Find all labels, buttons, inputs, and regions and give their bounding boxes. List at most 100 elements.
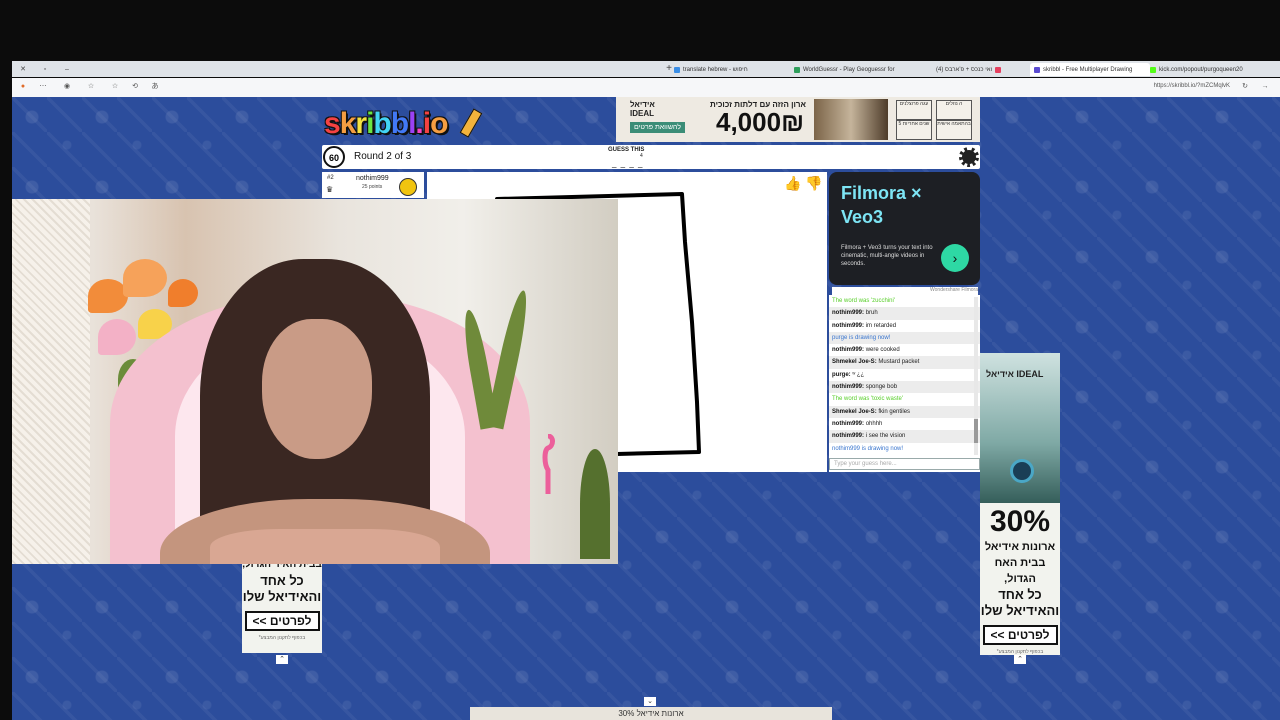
browser-logo-icon[interactable]: ●: [18, 82, 28, 92]
left-side-ad[interactable]: בבית האיר הגדול, כל אחד והאידיאל שלו << …: [242, 557, 322, 653]
minimize-window-icon[interactable]: –: [56, 66, 78, 73]
more-icon[interactable]: ⋯: [38, 82, 48, 92]
bottom-banner-ad[interactable]: ארונות אידיאל 30%: [470, 707, 832, 720]
player-name: nothim999: [356, 175, 389, 182]
ad-line: והאידיאל שלו: [242, 589, 322, 604]
translate-icon[interactable]: あ: [150, 82, 160, 92]
chat-scrollbar-thumb[interactable]: [974, 419, 978, 443]
player-avatar: [396, 172, 420, 198]
chat-text: i see the vision: [865, 433, 906, 440]
pencil-logo-icon: [459, 108, 483, 138]
chevron-down-icon[interactable]: ⌄: [644, 697, 656, 706]
chat-message: Shmekel Joe-S: fkin gentiles: [829, 405, 980, 418]
restore-window-icon[interactable]: ▫: [34, 66, 56, 73]
settings-gear-icon[interactable]: [959, 147, 979, 167]
chat-message: nothim999: sponge bob: [829, 381, 980, 394]
share-icon[interactable]: ⟲: [130, 82, 140, 92]
chevron-up-icon[interactable]: ⌃: [1014, 655, 1026, 664]
player-card[interactable]: #2 ♛ nothim999 25 points: [322, 172, 424, 198]
tab-title: WorldGuessr - Play Geoguessr for: [803, 66, 895, 73]
timer-clock-icon: 60: [323, 146, 345, 168]
chat-message: nothim999 is drawing now!: [829, 443, 980, 455]
tab-title: translate hebrew - חיפוש: [683, 66, 748, 73]
close-window-icon[interactable]: ✕: [12, 65, 34, 73]
word-blanks: _ _ _ _: [612, 159, 644, 168]
browser-tab-bar: ✕ ▫ – + translate hebrew - חיפוש WorldGu…: [12, 61, 1280, 77]
flamingo-decoration: [542, 434, 555, 494]
plant: [580, 449, 610, 559]
ad-price: 4,000₪: [716, 107, 805, 137]
system-message-text: purge is drawing now!: [832, 334, 891, 341]
chat-username: Shmekel Joe-S: [832, 359, 875, 366]
tab-favicon-icon: [794, 66, 800, 73]
system-message-text: The word was 'zucchini': [832, 298, 895, 304]
tab-favicon-icon: [674, 66, 680, 73]
logo-letter: .: [415, 107, 423, 140]
ad-sponsor-label: Wondershare Filmora: [832, 287, 978, 295]
ad-line: בבית האח הגדול,: [994, 557, 1046, 585]
chat-text: were cooked: [865, 347, 900, 354]
logo-letter: i: [422, 107, 431, 140]
browser-tab[interactable]: ואי כנכס + פ'ארבס (4): [932, 63, 1034, 76]
favorite-icon[interactable]: ☆: [110, 82, 120, 92]
chat-message: nothim999: im retarded: [832, 322, 897, 329]
ad-disclaimer: *בכפוף לתקנון המבצע: [258, 635, 306, 641]
ad-wardrobe-image: [814, 99, 888, 140]
filmora-title-line2: Veo3: [841, 207, 884, 227]
chat-username: nothim999: [832, 420, 863, 427]
ad-brand: אידיאל IDEAL: [986, 369, 1044, 379]
chat-username: Shmekel Joe-S: [832, 408, 875, 415]
ad-brand: אידיאל: [630, 100, 655, 109]
logo-letter: r: [355, 107, 367, 140]
player-rank: #2: [327, 175, 334, 181]
chat-text: ohhhh: [865, 420, 883, 427]
logo-letter: l: [408, 107, 416, 140]
chat-text: im retarded: [865, 322, 897, 329]
logo-letter: b: [373, 107, 391, 140]
chat-username: nothim999: [832, 310, 863, 317]
arrow-right-icon[interactable]: ›: [941, 244, 969, 272]
thumbs-down-icon[interactable]: 👎: [805, 174, 823, 192]
tab-favicon-icon: [1150, 66, 1156, 73]
guess-this-label: GUESS THIS: [608, 147, 645, 153]
system-message-text: nothim999 is drawing now!: [832, 445, 904, 452]
refresh-icon[interactable]: ↻: [1240, 82, 1250, 92]
ad-line: ארונות אידיאל: [984, 541, 1056, 553]
chat-text: sponge bob: [865, 384, 898, 391]
tab-favicon-icon: [995, 66, 1002, 73]
bookmark-icon[interactable]: ☆: [86, 82, 96, 92]
ad-details-button[interactable]: להשוואת פרטים: [630, 122, 685, 133]
browser-tab[interactable]: WorldGuessr - Play Geoguessr for: [790, 63, 910, 76]
ad-line: והאידיאל שלו: [980, 603, 1060, 618]
webcam-overlay: [12, 199, 618, 564]
browser-tab[interactable]: kick.com/popout/purgoqueen20: [1146, 63, 1272, 76]
ad-details-button[interactable]: << לפרטים: [244, 611, 320, 631]
chat-text: ʷ ¿¿: [852, 371, 865, 378]
filmora-ad[interactable]: Filmora × Veo3 Filmora + Veo3 turns your…: [829, 172, 980, 285]
person-top: [210, 529, 440, 564]
profile-icon[interactable]: ◉: [62, 82, 72, 92]
back-icon[interactable]: →: [1260, 82, 1270, 92]
address-bar: ● ⋯ ◉ ☆ ☆ ⟲ あ https://skribbl.io/?mZCMql…: [12, 78, 1280, 98]
guess-input[interactable]: Type your guess here...: [829, 458, 980, 470]
logo-letter: s: [324, 107, 341, 140]
browser-tab[interactable]: translate hebrew - חיפוש: [670, 63, 782, 76]
logo-letter: o: [430, 107, 448, 140]
chat-message: The word was 'zucchini': [829, 295, 980, 307]
right-side-ad[interactable]: אידיאל IDEAL 30% ארונות אידיאל בבית האח …: [980, 353, 1060, 655]
url-text[interactable]: https://skribbl.io/?mZCMqlvK: [1154, 83, 1230, 89]
ad-line: כל אחד: [260, 573, 304, 588]
ad-line: כל אחד: [998, 587, 1042, 602]
chat-username: purge: [832, 371, 849, 378]
tab-title: skribbl - Free Multiplayer Drawing: [1043, 66, 1133, 73]
ad-room-image: אידיאל IDEAL: [980, 353, 1060, 503]
ad-details-button[interactable]: << לפרטים: [982, 625, 1058, 645]
chat-box: The word was 'zucchini' nothim999: bruh no…: [829, 295, 980, 472]
browser-tab-active[interactable]: skribbl - Free Multiplayer Drawing: [1030, 63, 1150, 76]
chevron-up-icon[interactable]: ⌃: [276, 655, 288, 664]
person-face: [262, 319, 372, 459]
skribbl-logo[interactable]: skribbl.io: [324, 107, 448, 141]
top-banner-ad[interactable]: אידיאל IDEAL להשוואת פרטים ארון הזזה עם …: [616, 97, 980, 142]
chat-message: nothim999: bruh: [829, 307, 980, 320]
thumbs-up-icon[interactable]: 👍: [784, 174, 802, 192]
